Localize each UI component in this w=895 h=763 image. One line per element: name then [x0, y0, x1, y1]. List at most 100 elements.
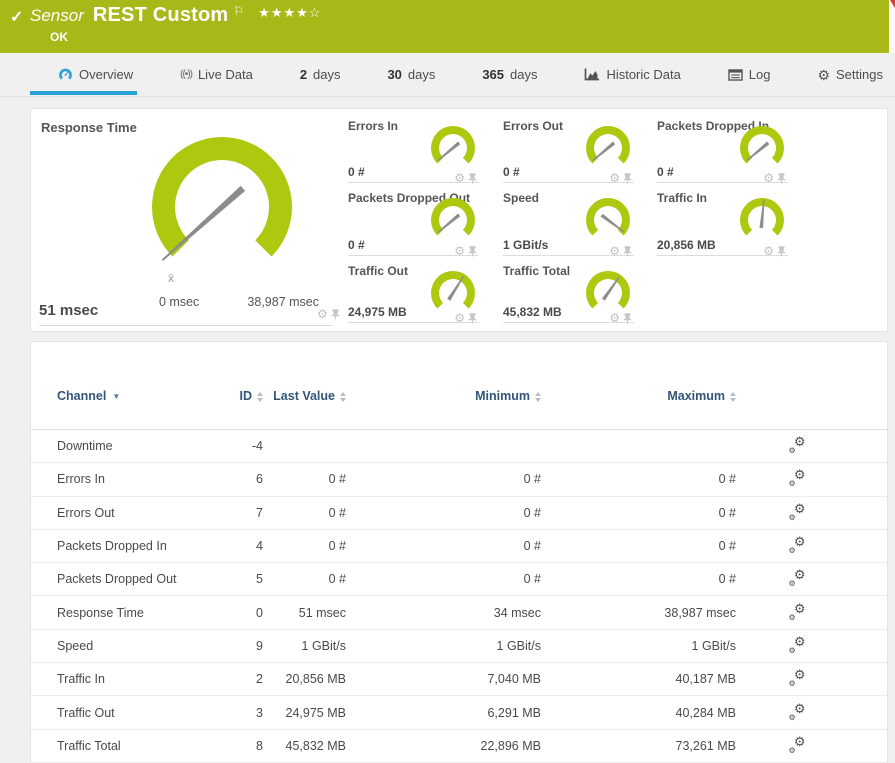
- pin-icon[interactable]: [623, 313, 632, 324]
- pin-icon[interactable]: [777, 173, 786, 184]
- sort-icon: [730, 392, 736, 402]
- pin-icon[interactable]: [331, 309, 340, 320]
- live-data-icon: ((•)): [180, 69, 192, 80]
- cell-maximum: 40,187 MB: [541, 672, 736, 686]
- table-row-traffic-in: Traffic In220,856 MB7,040 MB40,187 MB⚙⚙: [31, 663, 887, 696]
- column-header-maximum[interactable]: Maximum: [541, 389, 736, 404]
- channel-settings-icon[interactable]: ⚙⚙: [790, 605, 806, 621]
- tab-label: days: [408, 67, 435, 82]
- tab-number: 365: [482, 67, 504, 82]
- gauge-value: 0 #: [503, 165, 520, 179]
- status-badge: OK: [50, 30, 68, 44]
- gauge-value: 1 GBit/s: [503, 238, 548, 252]
- cell-maximum: 1 GBit/s: [541, 639, 736, 653]
- cell-minimum: 0 #: [346, 572, 541, 586]
- gauge-arc: [109, 123, 339, 293]
- channel-settings-icon[interactable]: ⚙⚙: [790, 538, 806, 554]
- gear-icon[interactable]: ⚙: [454, 312, 465, 324]
- gauge-arc: [582, 196, 634, 248]
- sensor-header: ✓ Sensor REST Custom ⚐ ★★★★☆ OK: [0, 0, 889, 53]
- cell-maximum: 38,987 msec: [541, 606, 736, 620]
- channel-settings-icon[interactable]: ⚙⚙: [790, 471, 806, 487]
- cell-id: 3: [207, 706, 263, 720]
- cell-channel: Traffic In: [57, 672, 207, 686]
- channel-settings-icon[interactable]: ⚙⚙: [790, 671, 806, 687]
- pin-icon[interactable]: [777, 246, 786, 257]
- channel-settings-icon[interactable]: ⚙⚙: [790, 505, 806, 521]
- cell-id: 7: [207, 506, 263, 520]
- column-header-minimum[interactable]: Minimum: [346, 389, 541, 404]
- cell-minimum: 34 msec: [346, 606, 541, 620]
- tab-365-days[interactable]: 365days: [482, 67, 537, 82]
- tab-settings[interactable]: ⚙Settings: [817, 67, 883, 82]
- gear-icon[interactable]: ⚙: [317, 308, 328, 320]
- cell-id: 5: [207, 572, 263, 586]
- cell-channel: Speed: [57, 639, 207, 653]
- gauges-panel: Response Time x̄ 0 msec 38,987 msec 51 m…: [30, 108, 888, 332]
- gear-icon[interactable]: ⚙: [763, 172, 774, 184]
- settings-gear-icon: ⚙: [817, 68, 830, 82]
- gauge-value: 0 #: [348, 238, 365, 252]
- gear-icon[interactable]: ⚙: [454, 245, 465, 257]
- cell-maximum: 0 #: [541, 539, 736, 553]
- cell-maximum: 0 #: [541, 572, 736, 586]
- tab-bar: Overview ((•))Live Data 2days 30 days 365days…: [0, 53, 895, 97]
- tab-bar-inner: Overview ((•))Live Data 2days 30 days 365days…: [0, 53, 895, 96]
- pin-icon[interactable]: [623, 246, 632, 257]
- cell-channel: Downtime: [57, 439, 207, 453]
- column-header-id[interactable]: ID: [207, 389, 263, 404]
- tab-log[interactable]: Log: [728, 67, 771, 82]
- mean-marker: x̄: [168, 271, 174, 285]
- gauge-value: 20,856 MB: [657, 238, 716, 252]
- gauge-actions: ⚙: [454, 245, 477, 257]
- sort-caret-icon: ▼: [112, 389, 120, 404]
- gauge-cell-traffic-in: Traffic In20,856 MB⚙: [657, 191, 788, 256]
- tab-historic-data[interactable]: Historic Data: [584, 67, 680, 82]
- gauge-cell-traffic-total: Traffic Total45,832 MB⚙: [503, 264, 634, 323]
- cell-id: 4: [207, 539, 263, 553]
- tab-30-days[interactable]: 30 days: [387, 67, 435, 82]
- table-row-traffic-out: Traffic Out324,975 MB6,291 MB40,284 MB⚙⚙: [31, 696, 887, 729]
- gear-icon[interactable]: ⚙: [763, 245, 774, 257]
- gear-icon[interactable]: ⚙: [609, 245, 620, 257]
- screen-right-edge: [889, 0, 895, 53]
- flag-icon[interactable]: ⚐: [233, 4, 244, 18]
- gauge-cell-packets-dropped-out: Packets Dropped Out0 #⚙: [348, 191, 479, 256]
- gear-icon[interactable]: ⚙: [454, 172, 465, 184]
- gauge-value: 24,975 MB: [348, 305, 407, 319]
- tab-label: Log: [749, 67, 771, 82]
- cell-minimum: 22,896 MB: [346, 739, 541, 753]
- priority-stars[interactable]: ★★★★☆: [258, 5, 321, 21]
- gauge-needle: [745, 142, 769, 163]
- pin-icon[interactable]: [468, 173, 477, 184]
- gauge-actions: ⚙: [454, 172, 477, 184]
- column-header-last-value[interactable]: Last Value: [263, 389, 346, 404]
- column-header-channel[interactable]: Channel▼: [57, 389, 207, 404]
- gear-icon[interactable]: ⚙: [609, 172, 620, 184]
- channel-settings-icon[interactable]: ⚙⚙: [790, 571, 806, 587]
- tab-label: Historic Data: [606, 67, 680, 82]
- gauge-value: 0 #: [348, 165, 365, 179]
- table-row-response-time: Response Time051 msec34 msec38,987 msec⚙…: [31, 596, 887, 629]
- cell-id: -4: [207, 439, 263, 453]
- tab-number: 30: [387, 67, 401, 82]
- channel-settings-icon[interactable]: ⚙⚙: [790, 705, 806, 721]
- gauge-arc: [427, 196, 479, 248]
- tab-2-days[interactable]: 2days: [300, 67, 341, 82]
- gauge-cell-errors-in: Errors In0 #⚙: [348, 119, 479, 183]
- cell-last-value: 45,832 MB: [263, 739, 346, 753]
- tab-number: 2: [300, 67, 307, 82]
- pin-icon[interactable]: [468, 246, 477, 257]
- pin-icon[interactable]: [468, 313, 477, 324]
- pin-icon[interactable]: [623, 173, 632, 184]
- gauge-actions: ⚙: [763, 245, 786, 257]
- tab-live-data[interactable]: ((•))Live Data: [180, 67, 253, 82]
- channel-settings-icon[interactable]: ⚙⚙: [790, 438, 806, 454]
- channel-settings-icon[interactable]: ⚙⚙: [790, 638, 806, 654]
- gauge-needle: [601, 214, 626, 234]
- table-row-traffic-total: Traffic Total845,832 MB22,896 MB73,261 M…: [31, 730, 887, 763]
- tab-overview[interactable]: Overview: [58, 67, 133, 82]
- channel-settings-icon[interactable]: ⚙⚙: [790, 738, 806, 754]
- primary-gauge-actions: ⚙: [317, 308, 340, 320]
- gear-icon[interactable]: ⚙: [609, 312, 620, 324]
